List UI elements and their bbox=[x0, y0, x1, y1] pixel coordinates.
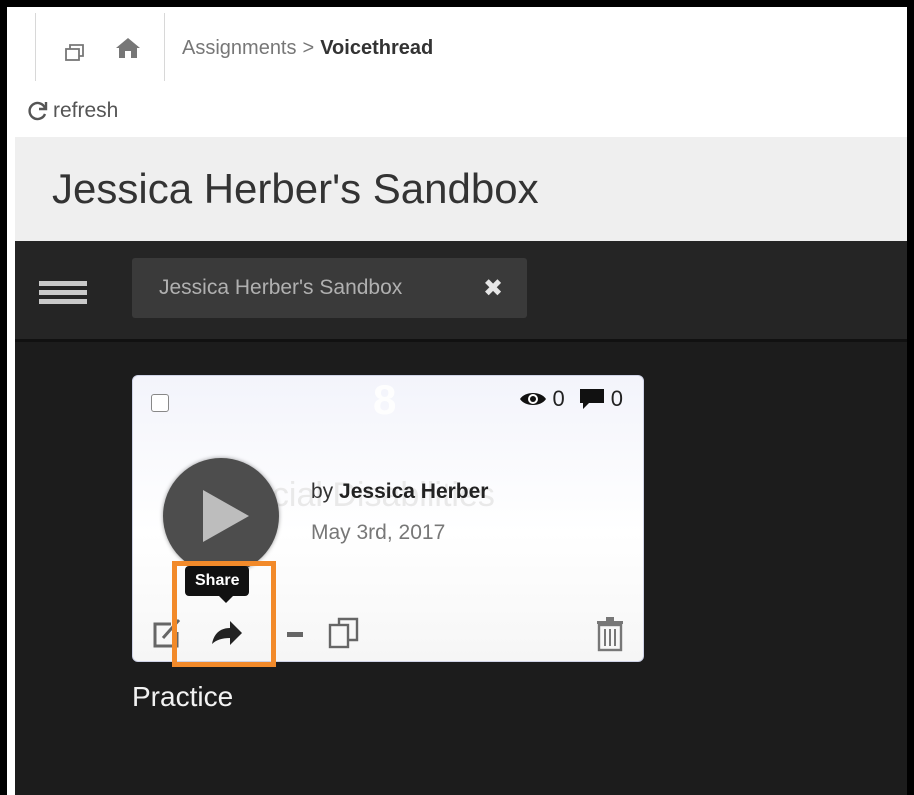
comments-count: 0 bbox=[610, 386, 623, 411]
copy-icon[interactable] bbox=[327, 616, 365, 652]
minus-icon[interactable] bbox=[285, 616, 305, 650]
refresh-button[interactable]: refresh bbox=[27, 99, 118, 123]
close-icon[interactable]: ✖ bbox=[483, 274, 503, 303]
trash-icon[interactable] bbox=[595, 616, 625, 652]
top-toolbar: Assignments > Voicethread refresh bbox=[7, 7, 907, 122]
author-prefix: by bbox=[311, 480, 334, 503]
content-area: Jessica Herber's Sandbox ✖ 8 0 0 ecial D… bbox=[15, 241, 907, 795]
slide-number: 8 bbox=[373, 376, 397, 423]
breadcrumb-current: Voicethread bbox=[320, 37, 434, 59]
window-icon[interactable] bbox=[64, 42, 86, 64]
breadcrumb: Assignments > Voicethread bbox=[182, 37, 433, 60]
select-checkbox[interactable] bbox=[151, 394, 169, 412]
hamburger-icon[interactable] bbox=[39, 281, 87, 305]
app-frame: Assignments > Voicethread refresh Jessica … bbox=[0, 0, 914, 795]
comment-icon bbox=[579, 389, 604, 409]
share-highlight-box bbox=[172, 561, 276, 667]
author-name: Jessica Herber bbox=[339, 480, 489, 503]
card-author: by Jessica Herber bbox=[311, 480, 488, 504]
filter-tab-label: Jessica Herber's Sandbox bbox=[159, 276, 403, 299]
card-stats: 0 0 bbox=[505, 386, 623, 412]
card-date: May 3rd, 2017 bbox=[311, 521, 446, 544]
divider bbox=[35, 13, 36, 81]
play-button[interactable] bbox=[163, 458, 279, 574]
eye-icon bbox=[519, 393, 546, 405]
breadcrumb-link-assignments[interactable]: Assignments bbox=[182, 37, 297, 59]
views-count: 0 bbox=[552, 386, 565, 411]
home-icon[interactable] bbox=[115, 37, 141, 59]
nav-bar: Jessica Herber's Sandbox ✖ bbox=[15, 241, 907, 342]
title-bar: Jessica Herber's Sandbox bbox=[15, 137, 907, 241]
page-title: Jessica Herber's Sandbox bbox=[52, 165, 539, 212]
play-icon bbox=[203, 490, 249, 542]
divider bbox=[164, 13, 165, 81]
refresh-label: refresh bbox=[53, 99, 119, 122]
refresh-icon bbox=[28, 101, 48, 121]
filter-tab[interactable]: Jessica Herber's Sandbox ✖ bbox=[132, 258, 527, 318]
breadcrumb-separator: > bbox=[302, 37, 315, 59]
card-title[interactable]: Practice bbox=[132, 681, 233, 713]
